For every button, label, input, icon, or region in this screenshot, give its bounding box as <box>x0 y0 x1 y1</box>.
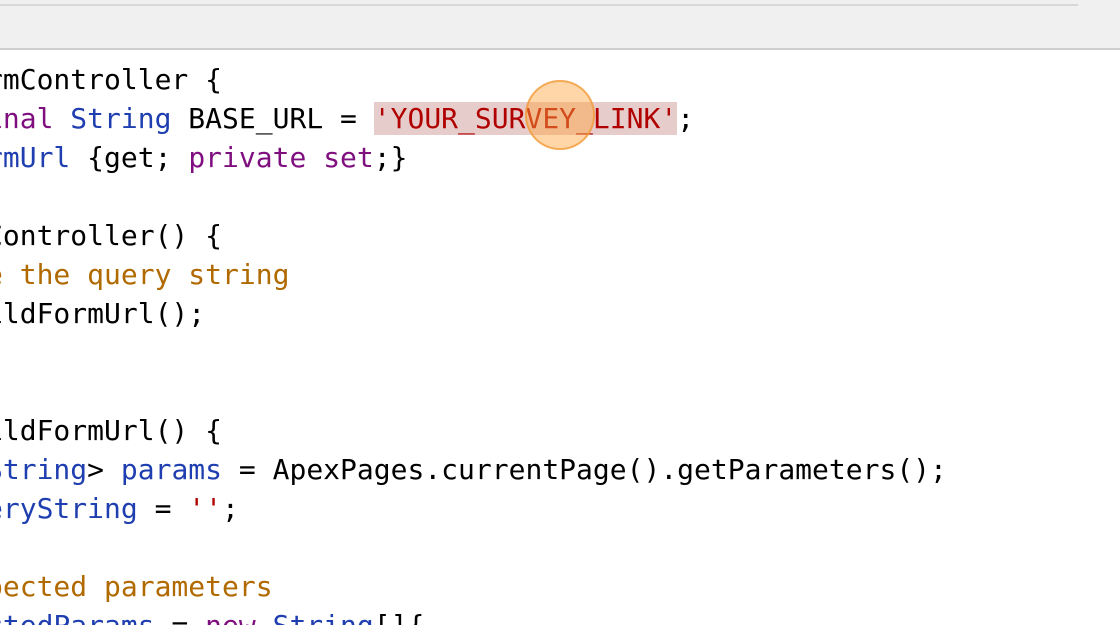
identifier-token: rmUrl <box>0 141 71 174</box>
type-token: String <box>0 453 88 486</box>
code-line-1: rmController { <box>0 60 947 99</box>
keyword-token: inal <box>0 102 54 135</box>
code-text: = ApexPages.currentPage().getParameters(… <box>222 453 947 486</box>
code-line-7: ildFormUrl(); <box>0 294 947 333</box>
identifier-token: eryString <box>0 492 138 525</box>
type-token: String <box>273 609 374 625</box>
identifier-token: params <box>120 453 223 486</box>
keyword-token: private <box>188 141 307 174</box>
comment-token: pected parameters <box>0 570 273 603</box>
keyword-token: new <box>205 609 256 625</box>
code-text: BASE_URL = <box>171 102 374 135</box>
code-text: []{ <box>374 609 425 625</box>
code-line-6: e the query string <box>0 255 947 294</box>
code-text: ;} <box>373 141 408 174</box>
code-content: rmController {inal String BASE_URL = 'YO… <box>0 60 947 625</box>
code-text: ; <box>677 102 695 135</box>
code-line-14: pected parameters <box>0 567 947 606</box>
code-text: rmController { <box>0 63 223 96</box>
click-cursor-indicator <box>525 80 595 150</box>
identifier-token: ctedParams <box>0 609 155 625</box>
code-text: ; <box>222 492 239 525</box>
code-line-15: ctedParams = new String[]{ <box>0 606 947 625</box>
comment-token: e the query string <box>0 258 290 291</box>
code-text: = <box>137 492 189 525</box>
code-line-10: ildFormUrl() { <box>0 411 947 450</box>
code-text: Controller() { <box>0 219 223 252</box>
code-line-2: inal String BASE_URL = 'YOUR_SURVEY_LINK… <box>0 99 947 138</box>
code-text: {get; <box>70 141 189 174</box>
toolbar-divider <box>0 4 1078 6</box>
keyword-token: set <box>323 141 374 174</box>
type-token: String <box>70 102 172 135</box>
code-text: ildFormUrl(); <box>0 297 206 330</box>
code-line-12: eryString = ''; <box>0 489 947 528</box>
code-text: = <box>155 609 206 625</box>
code-line-11: String> params = ApexPages.currentPage()… <box>0 450 947 489</box>
code-text: > <box>87 453 121 486</box>
code-line-3: rmUrl {get; private set;} <box>0 138 947 177</box>
string-literal: '' <box>188 492 223 525</box>
code-text: ildFormUrl() { <box>0 414 223 447</box>
code-line-5: Controller() { <box>0 216 947 255</box>
window-toolbar <box>0 0 1120 50</box>
